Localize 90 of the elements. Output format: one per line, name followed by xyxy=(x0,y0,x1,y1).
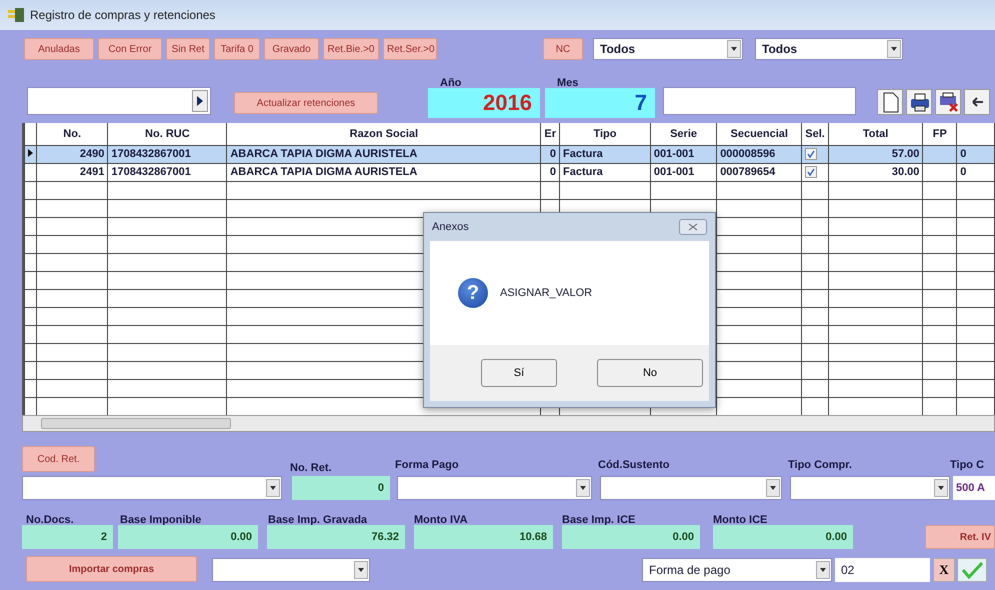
dropdown-field[interactable] xyxy=(397,476,592,500)
year-field[interactable]: 2016 xyxy=(428,88,540,118)
filter-select[interactable]: Todos xyxy=(755,38,903,60)
checkbox[interactable] xyxy=(805,166,818,178)
payment-select[interactable]: Forma de pago xyxy=(642,558,832,582)
total-field: 76.32 xyxy=(267,525,405,549)
month-field[interactable]: 7 xyxy=(545,88,655,118)
column-header: Secuencial xyxy=(716,123,802,145)
field-label: Tipo Compr. xyxy=(788,458,852,473)
total-field: 10.68 xyxy=(414,525,553,549)
import-button[interactable]: Importar compras xyxy=(26,556,197,582)
column-header: Er xyxy=(540,123,560,145)
dropdown-field[interactable] xyxy=(212,558,370,582)
column-header: FP xyxy=(922,123,957,145)
table-cell: 000008596 xyxy=(720,148,776,160)
printer-cancel-icon[interactable] xyxy=(935,89,961,115)
new-document-icon[interactable] xyxy=(877,89,903,115)
total-field: 0.00 xyxy=(562,525,700,549)
field-label: Cód.Sustento xyxy=(598,458,670,473)
table-cell: 57.00 xyxy=(892,148,920,160)
column-header: No. xyxy=(36,123,108,145)
column-header: Tipo xyxy=(559,123,650,145)
field-label: Base Imp. Gravada xyxy=(268,513,368,528)
year-label: Año xyxy=(440,76,462,91)
text-field[interactable] xyxy=(663,87,856,115)
app-icon xyxy=(8,8,24,22)
printer-icon[interactable] xyxy=(906,89,932,115)
filter-select[interactable]: Todos xyxy=(593,38,743,60)
table-cell: Factura xyxy=(562,148,603,160)
dialog-button[interactable]: No xyxy=(597,359,703,387)
filter-button[interactable]: Tarifa 0 xyxy=(214,38,260,60)
horizontal-scrollbar[interactable] xyxy=(22,415,995,432)
window-title: Registro de compras y retenciones xyxy=(30,7,216,24)
table-cell: 001-001 xyxy=(654,148,694,160)
filter-button[interactable]: Ret.Bie.>0 xyxy=(323,38,379,60)
total-field: 2 xyxy=(22,525,113,549)
table-cell: 1708432867001 xyxy=(111,148,191,160)
no-ret-field[interactable]: 0 xyxy=(292,476,390,500)
filter-button[interactable]: Anuladas xyxy=(24,38,94,60)
filter-button[interactable]: Sin Ret xyxy=(166,38,210,60)
table-cell: 2490 xyxy=(80,148,104,160)
table-cell: 0 xyxy=(960,166,966,178)
ret-iva-button[interactable]: Ret. IV xyxy=(925,525,995,549)
field-label: Tipo C xyxy=(950,458,984,473)
payment-code-field[interactable]: 02 xyxy=(835,558,930,582)
table-cell: 30.00 xyxy=(892,166,920,178)
field-label: Monto ICE xyxy=(713,513,768,528)
column-header: Serie xyxy=(650,123,717,145)
filter-button[interactable]: Gravado xyxy=(264,38,319,60)
field-label: No.Docs. xyxy=(26,513,74,528)
dialog-button[interactable]: Sí xyxy=(481,359,557,387)
close-icon[interactable] xyxy=(679,219,707,235)
column-header: Sel. xyxy=(802,123,828,145)
cod-ret-button[interactable]: Cod. Ret. xyxy=(22,446,95,472)
table-cell: 000789654 xyxy=(720,166,776,178)
field-label: Forma Pago xyxy=(395,458,459,473)
column-header: No. RUC xyxy=(108,123,227,145)
total-field: 0.00 xyxy=(118,525,258,549)
field-label: Base Imp. ICE xyxy=(562,513,636,528)
filter-button[interactable]: Ret.Ser.>0 xyxy=(383,38,437,60)
total-field: 0.00 xyxy=(713,525,853,549)
table-cell: 0 xyxy=(550,148,556,160)
dialog-message: ASIGNAR_VALOR xyxy=(500,286,592,301)
update-button[interactable]: Actualizar retenciones xyxy=(234,92,378,114)
table-cell: 2491 xyxy=(80,166,104,178)
dropdown-field[interactable] xyxy=(790,476,950,500)
checkmark-icon[interactable] xyxy=(957,558,987,582)
cancel-button[interactable]: X xyxy=(933,558,955,582)
table-cell: ABARCA TAPIA DIGMA AURISTELA xyxy=(230,148,418,160)
tipo-c-field[interactable]: 500 A xyxy=(953,476,995,500)
checkbox[interactable] xyxy=(805,148,818,160)
dialog-title: Anexos xyxy=(432,220,469,235)
month-label: Mes xyxy=(557,76,578,91)
table-cell: Factura xyxy=(562,166,603,178)
table-cell: ABARCA TAPIA DIGMA AURISTELA xyxy=(230,166,418,178)
table-cell: 1708432867001 xyxy=(111,166,191,178)
search-field[interactable] xyxy=(27,87,211,115)
table-cell: 0 xyxy=(960,148,966,160)
field-label: No. Ret. xyxy=(290,461,332,476)
dropdown-field[interactable] xyxy=(600,476,782,500)
field-label: Base Imponible xyxy=(120,513,202,528)
nc-button[interactable]: NC xyxy=(543,38,583,60)
field-label: Monto IVA xyxy=(414,513,468,528)
column-header: Total xyxy=(828,123,923,145)
table-cell: 0 xyxy=(550,166,556,178)
dropdown-field[interactable] xyxy=(22,476,282,500)
column-header: Razon Social xyxy=(226,123,541,145)
filter-button[interactable]: Con Error xyxy=(98,38,162,60)
question-icon: ? xyxy=(458,278,488,308)
table-cell: 001-001 xyxy=(654,166,694,178)
